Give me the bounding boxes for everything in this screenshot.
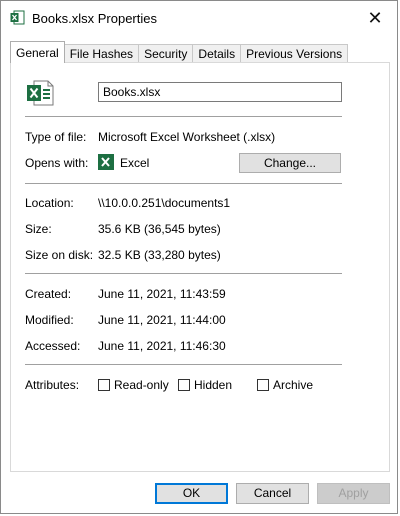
read-only-label: Read-only <box>114 378 169 392</box>
excel-app-icon <box>98 154 114 170</box>
accessed-label: Accessed: <box>25 339 81 353</box>
divider <box>25 364 342 365</box>
properties-window: Books.xlsx Properties ✕ General File Has… <box>0 0 398 514</box>
size-on-disk-label: Size on disk: <box>25 248 94 262</box>
divider <box>25 183 342 184</box>
location-label: Location: <box>25 196 74 210</box>
checkbox-box <box>98 379 110 391</box>
window-title: Books.xlsx Properties <box>32 11 157 26</box>
general-panel: Books.xlsx Type of file: Microsoft Excel… <box>10 62 390 472</box>
checkbox-box <box>178 379 190 391</box>
tab-security[interactable]: Security <box>138 44 194 63</box>
close-icon: ✕ <box>367 7 383 28</box>
checkbox-box <box>257 379 269 391</box>
attributes-group: Read-only Hidden Archive <box>98 378 348 394</box>
cancel-button[interactable]: Cancel <box>236 483 309 504</box>
modified-label: Modified: <box>25 313 74 327</box>
size-label: Size: <box>25 222 52 236</box>
type-value: Microsoft Excel Worksheet (.xlsx) <box>98 130 276 144</box>
divider <box>25 116 342 117</box>
opens-with-value: Excel <box>120 156 150 170</box>
created-label: Created: <box>25 287 72 301</box>
tab-strip: General File Hashes Security Details Pre… <box>10 41 349 63</box>
archive-checkbox[interactable]: Archive <box>257 378 313 392</box>
ok-button[interactable]: OK <box>155 483 228 504</box>
type-label: Type of file: <box>25 130 87 144</box>
excel-document-icon <box>27 80 54 106</box>
attributes-label: Attributes: <box>25 378 80 392</box>
size-on-disk-value: 32.5 KB (33,280 bytes) <box>98 248 221 262</box>
tab-general[interactable]: General <box>10 41 65 63</box>
tab-file-hashes[interactable]: File Hashes <box>63 44 140 63</box>
tab-previous-versions[interactable]: Previous Versions <box>240 44 349 63</box>
hidden-label: Hidden <box>194 378 233 392</box>
title-bar: Books.xlsx Properties ✕ <box>1 1 397 35</box>
excel-file-icon <box>10 10 25 25</box>
close-button[interactable]: ✕ <box>353 1 397 35</box>
size-value: 35.6 KB (36,545 bytes) <box>98 222 221 236</box>
created-value: June 11, 2021, 11:43:59 <box>98 287 226 301</box>
change-button[interactable]: Change... <box>239 153 341 173</box>
tab-details[interactable]: Details <box>192 44 242 63</box>
archive-label: Archive <box>273 378 314 392</box>
divider <box>25 273 342 274</box>
hidden-checkbox[interactable]: Hidden <box>178 378 232 392</box>
location-value: \\10.0.0.251\documents1 <box>98 196 231 210</box>
opens-with-label: Opens with: <box>25 156 89 170</box>
file-name-field[interactable]: Books.xlsx <box>98 82 342 102</box>
read-only-checkbox[interactable]: Read-only <box>98 378 169 392</box>
apply-button[interactable]: Apply <box>317 483 390 504</box>
modified-value: June 11, 2021, 11:44:00 <box>98 313 226 327</box>
accessed-value: June 11, 2021, 11:46:30 <box>98 339 226 353</box>
